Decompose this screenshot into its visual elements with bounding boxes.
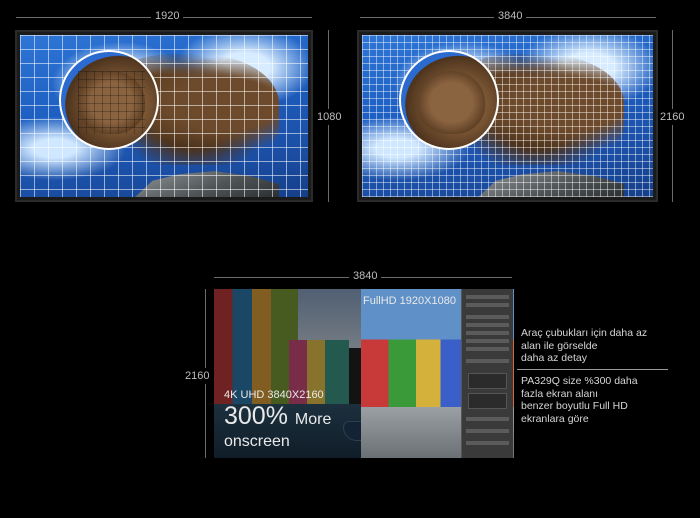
- note-screen-area-line: ekranlara göre: [521, 412, 589, 425]
- note-detail: Araç çubukları için daha az alan ile gör…: [521, 327, 647, 365]
- onscreen-label: onscreen: [224, 433, 290, 450]
- panel-row: [466, 303, 509, 307]
- toolbar-panel: [461, 289, 513, 458]
- bear-face-zoom: [78, 71, 146, 134]
- uhd-label: 4K UHD 3840X2160: [224, 389, 324, 401]
- monitor-4k: [357, 30, 658, 202]
- panel-row: [466, 339, 509, 343]
- panel-row: [466, 295, 509, 299]
- note-detail-line: alan ile görselde: [521, 339, 598, 352]
- zoom-circle-4k: [399, 50, 499, 150]
- bear-face-zoom: [418, 71, 486, 134]
- top-left-height-label: 1080: [317, 109, 342, 125]
- note-screen-area: PA329Q size %300 daha fazla ekran alanı …: [521, 375, 638, 425]
- fullhd-label: FullHD 1920X1080: [363, 295, 456, 307]
- top-right-width-label: 3840: [494, 10, 527, 22]
- monitor-fullhd: [15, 30, 313, 202]
- zoom-circle-fullhd: [59, 50, 159, 150]
- bottom-width-label: 3840: [349, 270, 382, 282]
- panel-row: [466, 429, 509, 433]
- panel-box: [468, 393, 507, 409]
- percent-label: 300% More: [224, 403, 331, 433]
- panel-row: [466, 417, 509, 421]
- note-detail-line: Araç çubukları için daha az: [521, 327, 648, 339]
- bottom-height-label: 2160: [185, 368, 210, 384]
- top-left-width-label: 1920: [151, 10, 184, 22]
- note-screen-area-line: PA329Q size %300 daha: [521, 375, 638, 387]
- note-screen-area-line: benzer boyutlu Full HD: [521, 400, 628, 412]
- panel-row: [466, 323, 509, 327]
- top-right-height-label: 2160: [660, 109, 685, 125]
- panel-row: [466, 315, 509, 319]
- panel-row: [466, 347, 509, 351]
- note-detail-line: daha az detay: [521, 352, 587, 364]
- note-screen-area-line: fazla ekran alanı: [521, 387, 599, 400]
- notes-divider: [517, 369, 668, 370]
- panel-box: [468, 373, 507, 389]
- panel-row: [466, 441, 509, 445]
- panel-row: [466, 331, 509, 335]
- more-label: More: [294, 411, 332, 428]
- panel-row: [466, 359, 509, 363]
- percent-value: 300%: [224, 402, 288, 430]
